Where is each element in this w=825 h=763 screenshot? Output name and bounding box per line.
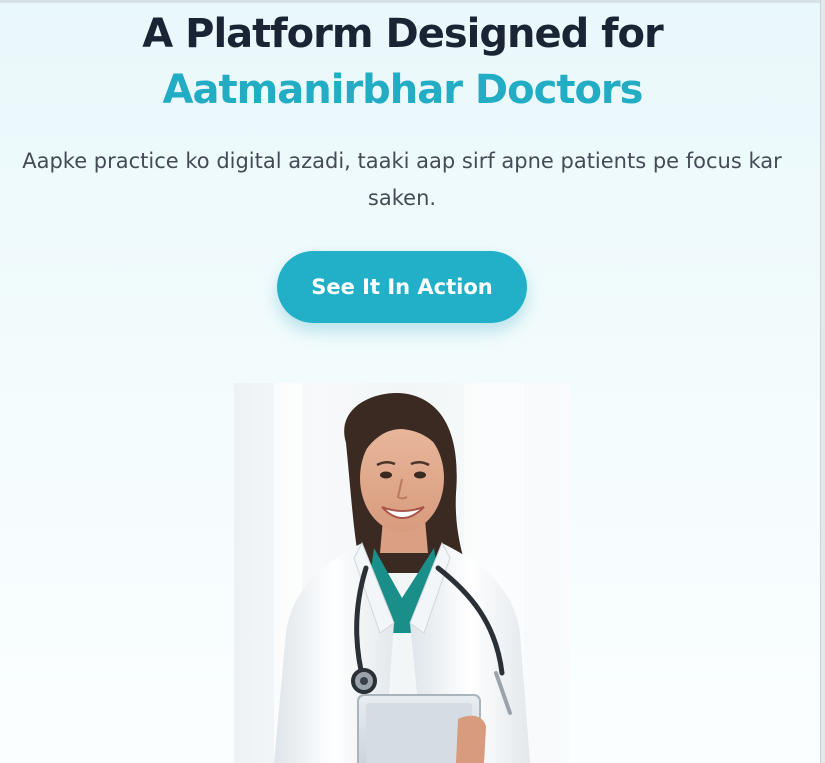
hero-subtitle: Aapke practice ko digital azadi, taaki a… <box>22 149 782 210</box>
scrollbar[interactable] <box>820 0 825 763</box>
doctor-illustration <box>234 383 570 763</box>
hero-headline: A Platform Designed for Aatmanirbhar Doc… <box>0 6 805 118</box>
headline-line-accent: Aatmanirbhar Doctors <box>162 67 644 113</box>
doctor-photo <box>234 383 570 763</box>
headline-line-primary: A Platform Designed for <box>142 11 664 57</box>
hero-section: A Platform Designed for Aatmanirbhar Doc… <box>0 0 821 763</box>
see-it-in-action-button[interactable]: See It In Action <box>277 251 527 323</box>
